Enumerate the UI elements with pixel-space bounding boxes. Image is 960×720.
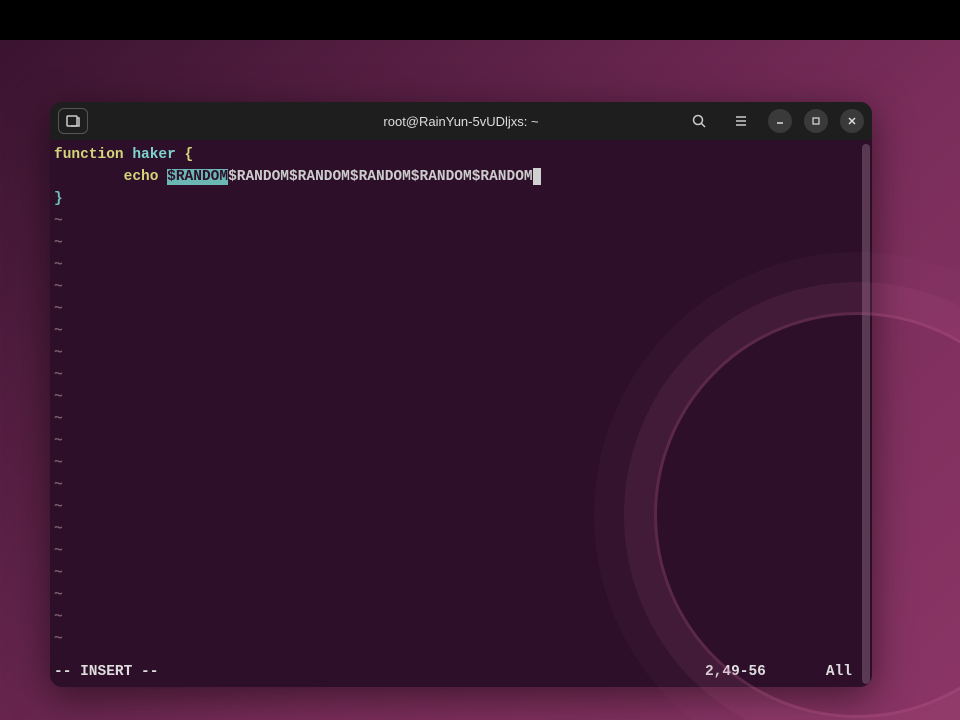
desktop-top-bar xyxy=(0,0,960,40)
code-line-3: } xyxy=(54,188,868,210)
function-name: haker xyxy=(124,147,185,163)
terminal-window: root@RainYun-5vUDljxs: ~ xyxy=(50,102,872,687)
minimize-icon xyxy=(775,116,785,126)
empty-line: ~ xyxy=(54,584,868,606)
search-icon xyxy=(691,113,707,129)
empty-line: ~ xyxy=(54,254,868,276)
empty-line: ~ xyxy=(54,606,868,628)
desktop-background: root@RainYun-5vUDljxs: ~ xyxy=(0,40,960,720)
random-highlighted: $RANDOM xyxy=(167,169,228,185)
minimize-button[interactable] xyxy=(768,109,792,133)
echo-command: echo xyxy=(124,169,168,185)
empty-line: ~ xyxy=(54,386,868,408)
empty-line: ~ xyxy=(54,408,868,430)
close-button[interactable] xyxy=(840,109,864,133)
random-rest: $RANDOM$RANDOM$RANDOM$RANDOM$RANDOM xyxy=(228,169,533,185)
titlebar: root@RainYun-5vUDljxs: ~ xyxy=(50,102,872,140)
empty-line: ~ xyxy=(54,518,868,540)
hamburger-icon xyxy=(733,113,749,129)
terminal-content[interactable]: function haker { echo $RANDOM$RANDOM$RAN… xyxy=(50,140,872,687)
empty-line: ~ xyxy=(54,342,868,364)
empty-line: ~ xyxy=(54,562,868,584)
empty-line: ~ xyxy=(54,276,868,298)
empty-line: ~ xyxy=(54,232,868,254)
vim-mode: -- INSERT -- xyxy=(54,661,158,683)
empty-line: ~ xyxy=(54,452,868,474)
window-title: root@RainYun-5vUDljxs: ~ xyxy=(383,114,538,129)
keyword-function: function xyxy=(54,147,124,163)
empty-line: ~ xyxy=(54,496,868,518)
brace-open: { xyxy=(185,147,194,163)
brace-close: } xyxy=(54,191,63,207)
menu-button[interactable] xyxy=(726,108,756,134)
new-tab-icon xyxy=(65,113,81,129)
empty-line: ~ xyxy=(54,540,868,562)
empty-line: ~ xyxy=(54,320,868,342)
maximize-icon xyxy=(811,116,821,126)
empty-line: ~ xyxy=(54,430,868,452)
code-line-1: function haker { xyxy=(54,144,868,166)
indent xyxy=(54,169,124,185)
empty-line: ~ xyxy=(54,210,868,232)
vim-scroll: All xyxy=(826,661,852,683)
new-tab-button[interactable] xyxy=(58,108,88,134)
close-icon xyxy=(847,116,857,126)
cursor xyxy=(533,168,541,185)
maximize-button[interactable] xyxy=(804,109,828,133)
empty-line: ~ xyxy=(54,364,868,386)
empty-line: ~ xyxy=(54,474,868,496)
code-line-2: echo $RANDOM$RANDOM$RANDOM$RANDOM$RANDOM… xyxy=(54,166,868,188)
empty-line: ~ xyxy=(54,298,868,320)
vim-status-line: -- INSERT -- 2,49-56 All xyxy=(54,661,868,683)
empty-line: ~ xyxy=(54,628,868,650)
vim-position: 2,49-56 xyxy=(705,661,766,683)
search-button[interactable] xyxy=(684,108,714,134)
scrollbar[interactable] xyxy=(862,144,870,684)
